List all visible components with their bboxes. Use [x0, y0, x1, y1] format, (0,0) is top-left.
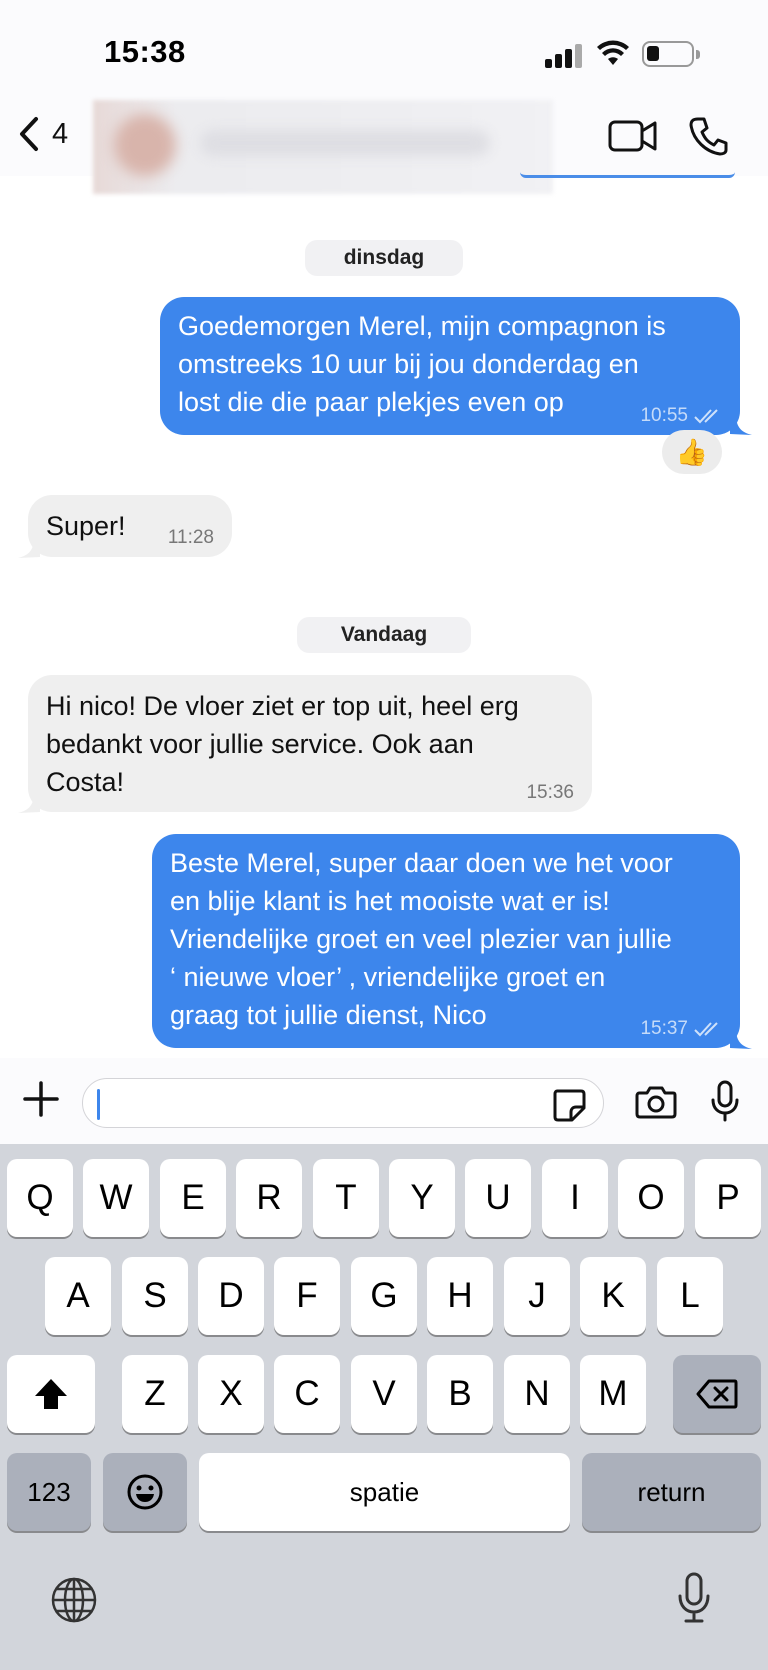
- keyboard: Q W E R T Y U I O P A S D F G H J K L Z …: [0, 1144, 768, 1670]
- contact-name-redacted: [200, 130, 490, 156]
- message-time: 11:28: [167, 527, 214, 548]
- bubble-tail: [18, 537, 40, 558]
- incoming-message[interactable]: Hi nico! De vloer ziet er top uit, heel …: [28, 675, 592, 812]
- message-input[interactable]: [82, 1078, 604, 1128]
- double-check-icon: [694, 409, 718, 424]
- phone-icon[interactable]: [688, 116, 728, 156]
- double-check-icon: [694, 1022, 718, 1037]
- globe-icon[interactable]: [50, 1576, 98, 1624]
- cellular-signal-icon: [545, 44, 583, 68]
- bubble-tail: [730, 1028, 752, 1049]
- shift-icon: [35, 1379, 67, 1409]
- backspace-icon: [696, 1379, 738, 1409]
- message-meta: 15:36: [526, 782, 574, 804]
- message-line: Vriendelijke groet en veel plezier van j…: [170, 924, 672, 954]
- header-divider: [520, 168, 735, 178]
- status-bar: 15:38: [0, 0, 768, 110]
- dictation-icon[interactable]: [676, 1572, 712, 1624]
- outgoing-message[interactable]: Goedemorgen Merel, mijn compagnon is oms…: [160, 297, 740, 435]
- message-time: 10:55: [640, 405, 688, 426]
- text-caret: [97, 1089, 100, 1120]
- wifi-icon: [597, 40, 629, 65]
- key-w[interactable]: W: [83, 1159, 149, 1237]
- message-line: ‘ nieuwe vloer’ , vriendelijke groet en: [170, 962, 606, 992]
- key-h[interactable]: H: [427, 1257, 493, 1335]
- avatar[interactable]: [114, 114, 176, 176]
- message-line: omstreeks 10 uur bij jou donderdag en: [178, 349, 639, 379]
- key-e[interactable]: E: [160, 1159, 226, 1237]
- key-f[interactable]: F: [274, 1257, 340, 1335]
- key-s[interactable]: S: [122, 1257, 188, 1335]
- emoji-key[interactable]: [103, 1453, 187, 1531]
- message-line: Hi nico! De vloer ziet er top uit, heel …: [46, 691, 519, 721]
- message-line: Goedemorgen Merel, mijn compagnon is: [178, 311, 666, 341]
- reaction-badge[interactable]: 👍: [662, 430, 722, 474]
- key-n[interactable]: N: [504, 1355, 570, 1433]
- sticker-icon[interactable]: [551, 1087, 587, 1123]
- backspace-key[interactable]: [673, 1355, 761, 1433]
- plus-icon[interactable]: [22, 1080, 60, 1118]
- message-time: 15:37: [640, 1018, 688, 1039]
- message-meta: 10:55: [640, 405, 722, 427]
- key-g[interactable]: G: [351, 1257, 417, 1335]
- key-o[interactable]: O: [618, 1159, 684, 1237]
- back-chevron-icon: [20, 117, 38, 151]
- microphone-icon[interactable]: [710, 1080, 740, 1122]
- numbers-key[interactable]: 123: [7, 1453, 91, 1531]
- bubble-tail: [18, 792, 40, 813]
- message-line: en blije klant is het mooiste wat er is!: [170, 886, 610, 916]
- key-y[interactable]: Y: [389, 1159, 455, 1237]
- key-k[interactable]: K: [580, 1257, 646, 1335]
- message-line: Beste Merel, super daar doen we het voor: [170, 848, 673, 878]
- space-key[interactable]: spatie: [199, 1453, 570, 1531]
- key-i[interactable]: I: [542, 1159, 608, 1237]
- key-l[interactable]: L: [657, 1257, 723, 1335]
- key-j[interactable]: J: [504, 1257, 570, 1335]
- key-d[interactable]: D: [198, 1257, 264, 1335]
- video-call-icon[interactable]: [608, 118, 658, 154]
- shift-key[interactable]: [7, 1355, 95, 1433]
- outgoing-message[interactable]: Beste Merel, super daar doen we het voor…: [152, 834, 740, 1048]
- key-v[interactable]: V: [351, 1355, 417, 1433]
- date-separator: dinsdag: [305, 240, 463, 276]
- emoji-icon: [127, 1474, 163, 1510]
- key-x[interactable]: X: [198, 1355, 264, 1433]
- status-time: 15:38: [104, 34, 186, 69]
- date-separator: Vandaag: [297, 617, 471, 653]
- key-c[interactable]: C: [274, 1355, 340, 1433]
- unread-count: 4: [52, 117, 69, 150]
- key-m[interactable]: M: [580, 1355, 646, 1433]
- message-time: 15:36: [526, 782, 574, 803]
- key-a[interactable]: A: [45, 1257, 111, 1335]
- key-q[interactable]: Q: [7, 1159, 73, 1237]
- bubble-tail: [730, 414, 752, 435]
- composer-bar: [0, 1058, 768, 1144]
- camera-icon[interactable]: [635, 1085, 677, 1119]
- battery-icon: [642, 41, 700, 67]
- incoming-message[interactable]: Super! 11:28: [28, 495, 232, 557]
- message-line: Costa!: [46, 767, 125, 797]
- return-key[interactable]: return: [582, 1453, 761, 1531]
- key-z[interactable]: Z: [122, 1355, 188, 1433]
- message-meta: 15:37: [640, 1018, 722, 1040]
- key-t[interactable]: T: [313, 1159, 379, 1237]
- key-b[interactable]: B: [427, 1355, 493, 1433]
- back-button[interactable]: 4: [18, 116, 68, 152]
- message-meta: 11:28: [168, 527, 214, 549]
- message-line: bedankt voor jullie service. Ook aan: [46, 729, 474, 759]
- key-u[interactable]: U: [465, 1159, 531, 1237]
- key-r[interactable]: R: [236, 1159, 302, 1237]
- key-p[interactable]: P: [695, 1159, 761, 1237]
- chat-header: 4: [0, 100, 768, 194]
